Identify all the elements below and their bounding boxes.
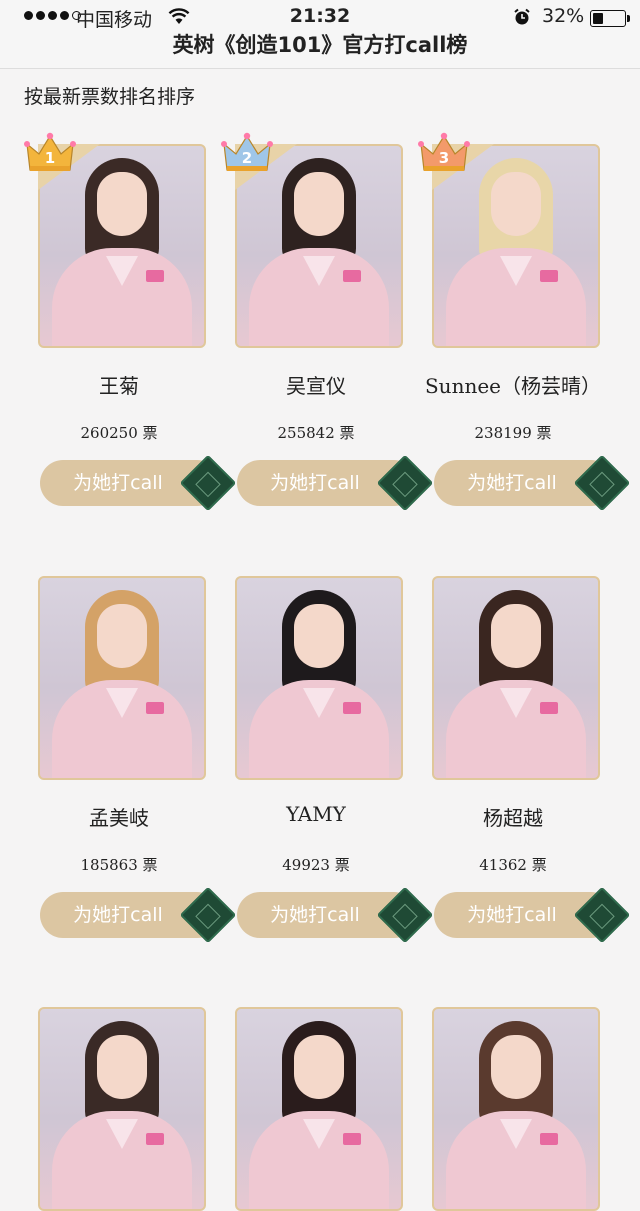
contestant-photo[interactable] — [235, 576, 403, 780]
sort-description: 按最新票数排名排序 — [24, 86, 196, 108]
contestant-photo[interactable] — [235, 1007, 403, 1211]
contestant-name: 杨超越 — [483, 806, 543, 830]
crown-icon: 1 — [24, 132, 76, 171]
crown-icon: 3 — [418, 132, 470, 171]
rank-number: 1 — [45, 149, 55, 167]
page-title: 英树《创造101》官方打call榜 — [0, 34, 640, 69]
crown-icon: 2 — [221, 132, 273, 171]
contestant-name: Sunnee（杨芸晴） — [424, 374, 601, 398]
rank-number: 3 — [439, 149, 449, 167]
vote-count: 238199 票 — [474, 424, 552, 442]
status-bar: 中国移动 21:32 32% — [0, 0, 640, 34]
vote-count: 41362 票 — [479, 856, 547, 874]
battery-percent: 32% — [542, 5, 585, 27]
contestant-photo[interactable] — [432, 576, 600, 780]
contestant-photo[interactable] — [38, 1007, 206, 1211]
contestant-photo[interactable] — [38, 576, 206, 780]
contestant-photo[interactable] — [432, 1007, 600, 1211]
rank-number: 2 — [242, 149, 252, 167]
battery-icon — [590, 10, 630, 27]
alarm-icon — [514, 8, 530, 25]
